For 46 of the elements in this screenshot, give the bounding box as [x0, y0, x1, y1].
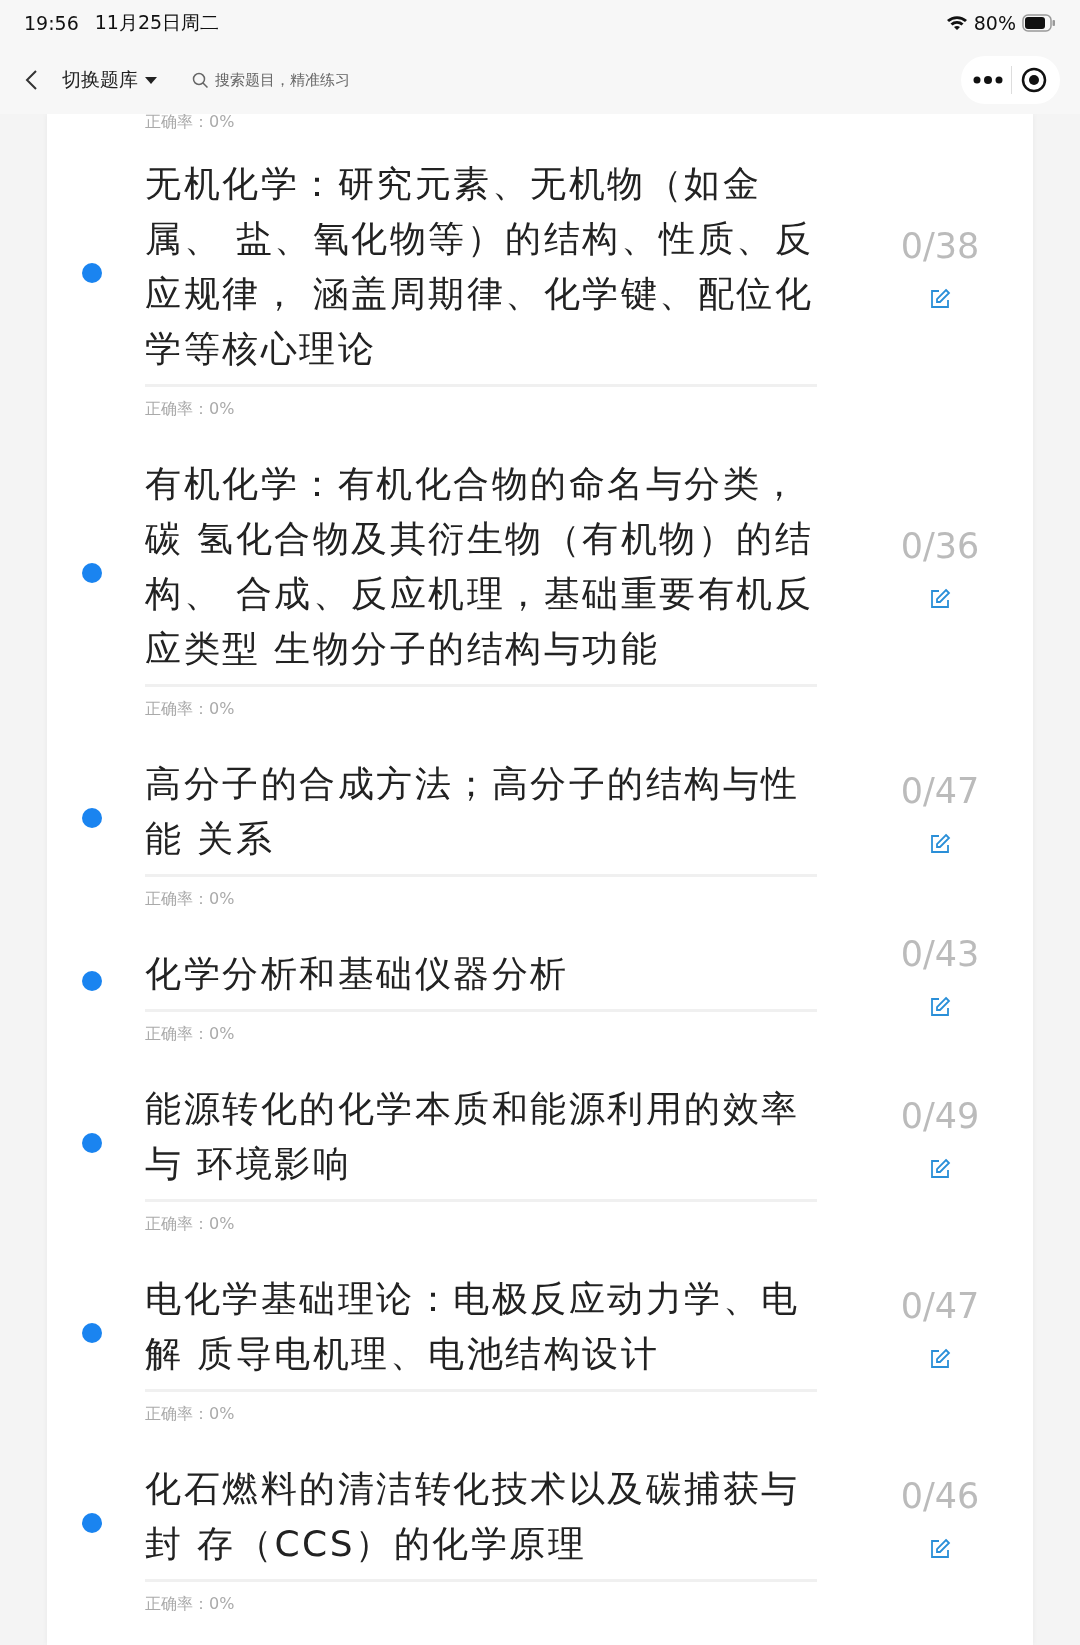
topic-title[interactable]: 化石燃料的清洁转化技术以及碳捕获与封 存（CCS）的化学原理: [145, 1461, 817, 1582]
accuracy-label: 正确率：0%: [145, 114, 235, 133]
topic-title[interactable]: 能源转化的化学本质和能源利用的效率与 环境影响: [145, 1081, 817, 1202]
bank-switch-dropdown[interactable]: 切换题库: [62, 67, 158, 93]
accuracy-label: 正确率：0%: [145, 1214, 235, 1235]
accuracy-label: 正确率：0%: [145, 1594, 235, 1615]
status-date: 11月25日周二: [94, 10, 220, 35]
search-icon: [192, 71, 209, 89]
battery-percent: 80%: [973, 12, 1016, 34]
question-count: 0/38: [900, 226, 980, 266]
bullet-dot: [82, 970, 102, 991]
edit-icon[interactable]: [929, 288, 951, 310]
question-count: 0/47: [900, 771, 980, 811]
question-count: 0/43: [900, 933, 980, 974]
accuracy-label: 正确率：0%: [145, 399, 235, 420]
search-field[interactable]: 搜索题目，精准练习: [192, 70, 412, 90]
edit-icon[interactable]: [929, 588, 951, 610]
edit-icon[interactable]: [929, 833, 951, 855]
bullet-dot: [82, 563, 102, 583]
topic-title[interactable]: 无机化学：研究元素、无机物（如金属、 盐、氧化物等）的结构、性质、反应规律， 涵盖周期律、化学键、配位化学等核心理论: [145, 156, 817, 387]
wifi-icon: [945, 15, 968, 31]
question-count: 0/46: [900, 1476, 980, 1516]
status-time: 19:56: [24, 12, 79, 34]
question-count: 0/49: [900, 1096, 980, 1136]
edit-icon[interactable]: [929, 995, 951, 1018]
bullet-dot: [82, 808, 102, 828]
topic-title[interactable]: 化学分析和基础仪器分析: [145, 946, 817, 1012]
edit-icon[interactable]: [929, 1158, 951, 1180]
accuracy-label: 正确率：0%: [145, 889, 235, 910]
bullet-dot: [82, 1513, 102, 1533]
battery-icon: [1022, 14, 1056, 32]
edit-icon[interactable]: [929, 1348, 951, 1370]
more-icon[interactable]: [973, 75, 1003, 85]
accuracy-label: 正确率：0%: [145, 1404, 235, 1425]
topic-title[interactable]: 电化学基础理论：电极反应动力学、电解 质导电机理、电池结构设计: [145, 1271, 817, 1392]
bullet-dot: [82, 1133, 102, 1153]
edit-icon[interactable]: [929, 1538, 951, 1560]
topic-title[interactable]: 有机化学：有机化合物的命名与分类，碳 氢化合物及其衍生物（有机物）的结构、 合成、反应机理，基础重要有机反应类型 生物分子的结构与功能: [145, 456, 817, 687]
question-count: 0/36: [900, 526, 980, 566]
bullet-dot: [82, 1323, 102, 1343]
topic-title[interactable]: 高分子的合成方法；高分子的结构与性能 关系: [145, 756, 817, 877]
accuracy-label: 正确率：0%: [145, 699, 235, 720]
accuracy-label: 正确率：0%: [145, 1024, 235, 1045]
question-count: 0/47: [900, 1286, 980, 1326]
caret-icon: [144, 75, 158, 85]
bullet-dot: [82, 263, 102, 283]
